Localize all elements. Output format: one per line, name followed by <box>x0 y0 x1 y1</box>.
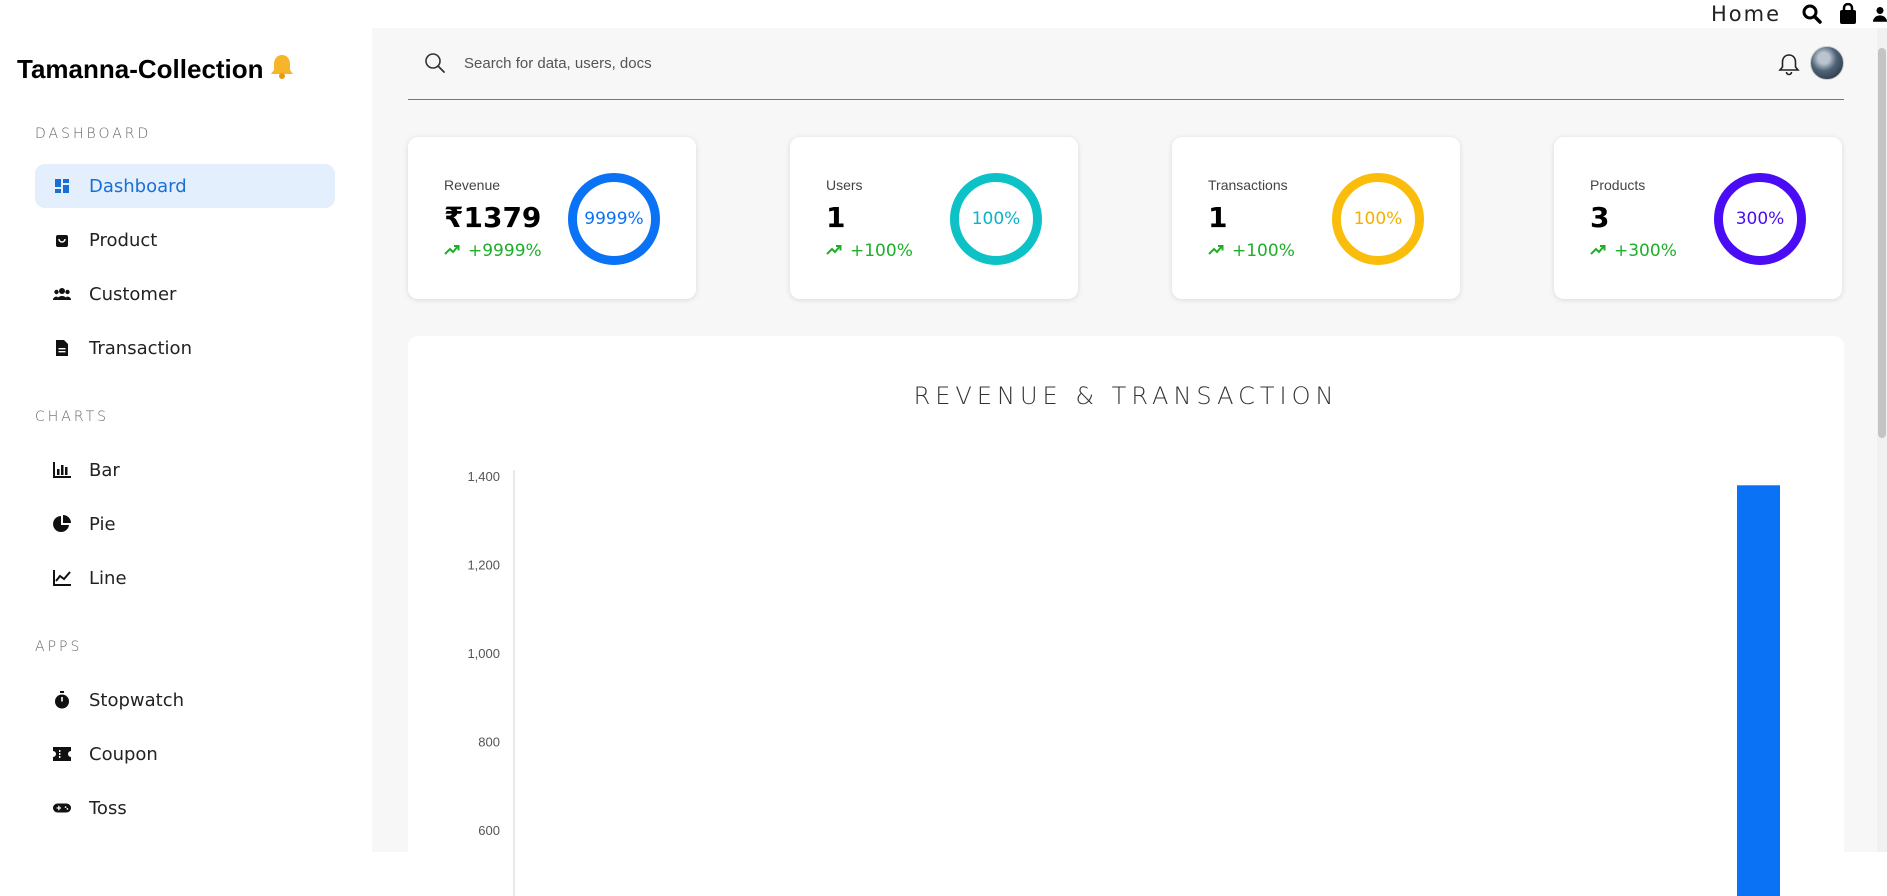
line-chart-icon <box>53 569 71 587</box>
sidebar-item-label: Product <box>89 229 158 251</box>
widget-progress-ring: 9999% <box>568 173 660 265</box>
widget-ring-text: 100% <box>1353 209 1403 229</box>
widget-label: Revenue <box>444 177 501 193</box>
brand-name: Tamanna-Collection <box>17 54 264 84</box>
sidebar-item-label: Dashboard <box>89 175 187 197</box>
revenue-transaction-chart-card: REVENUE & TRANSACTION 1,400 1,200 1,000 800… <box>408 336 1844 896</box>
y-tick-label: 1,200 <box>467 558 500 573</box>
sidebar-item-label: Pie <box>89 513 116 535</box>
sidebar-item-transaction[interactable]: Transaction <box>35 326 335 370</box>
sidebar-item-toss[interactable]: Toss <box>35 786 335 830</box>
sidebar-item-label: Bar <box>89 459 120 481</box>
page-scrollbar[interactable] <box>1877 28 1887 852</box>
search-input[interactable] <box>464 50 1164 76</box>
section-title-apps: APPS <box>35 639 83 655</box>
search-icon[interactable] <box>1801 3 1823 25</box>
widget-change: +300% <box>1590 241 1677 261</box>
bar-chart-icon <box>53 461 71 479</box>
widget-label: Users <box>826 177 863 193</box>
widget-ring-text: 300% <box>1735 209 1785 229</box>
sidebar-item-stopwatch[interactable]: Stopwatch <box>35 678 335 722</box>
widget-change-text: +300% <box>1614 241 1677 261</box>
widget-ring-text: 100% <box>971 209 1021 229</box>
widget-change: +100% <box>826 241 913 261</box>
widget-change: +9999% <box>444 241 542 261</box>
sidebar-item-label: Line <box>89 567 127 589</box>
main-content: Revenue ₹1379 +9999% 9999% Users 1 +100%… <box>372 28 1887 896</box>
sidebar-item-dashboard[interactable]: Dashboard <box>35 164 335 208</box>
revenue-widget: Revenue ₹1379 +9999% 9999% <box>408 137 696 299</box>
widget-progress-ring: 300% <box>1714 173 1806 265</box>
widget-value: 1 <box>826 201 846 234</box>
widget-value: 3 <box>1590 201 1610 234</box>
avatar[interactable] <box>1810 46 1844 80</box>
trending-up-icon <box>1208 241 1224 261</box>
sidebar-item-product[interactable]: Product <box>35 218 335 262</box>
widget-label: Products <box>1590 177 1646 193</box>
widget-progress-ring: 100% <box>950 173 1042 265</box>
bar[interactable] <box>1737 485 1780 896</box>
widget-change-text: +9999% <box>468 241 542 261</box>
document-icon <box>53 339 71 357</box>
sidebar-item-label: Transaction <box>89 337 192 359</box>
trending-up-icon <box>1590 241 1606 261</box>
sidebar-item-pie[interactable]: Pie <box>35 502 335 546</box>
stopwatch-icon <box>53 691 71 709</box>
chart-title: REVENUE & TRANSACTION <box>913 382 1339 410</box>
notification-bell-icon[interactable] <box>1778 52 1800 81</box>
y-tick-label: 1,000 <box>467 646 500 661</box>
pie-chart-icon <box>53 515 71 533</box>
widget-change: +100% <box>1208 241 1295 261</box>
widget-label: Transactions <box>1208 177 1288 193</box>
widget-progress-ring: 100% <box>1332 173 1424 265</box>
coupon-icon <box>53 745 71 763</box>
shopping-bag-icon[interactable] <box>1837 3 1859 25</box>
section-title-charts: CHARTS <box>35 409 110 425</box>
widget-value: ₹1379 <box>444 201 542 234</box>
stat-widgets: Revenue ₹1379 +9999% 9999% Users 1 +100%… <box>408 137 1844 299</box>
search-icon <box>424 52 446 79</box>
widget-value: 1 <box>1208 201 1228 234</box>
revenue-transaction-chart: 1,400 1,200 1,000 800 600 <box>467 469 1780 896</box>
gamepad-icon <box>53 799 71 817</box>
search-bar <box>408 28 1844 100</box>
y-tick-label: 1,400 <box>467 469 500 484</box>
bell-emoji-icon <box>268 52 296 87</box>
top-navigation: Home <box>1711 0 1887 28</box>
sidebar-item-customer[interactable]: Customer <box>35 272 335 316</box>
dashboard-icon <box>53 177 71 195</box>
brand[interactable]: Tamanna-Collection <box>17 52 296 87</box>
transactions-widget: Transactions 1 +100% 100% <box>1172 137 1460 299</box>
sidebar-item-label: Toss <box>89 797 127 819</box>
section-title-dashboard: DASHBOARD <box>35 126 152 142</box>
sidebar-item-coupon[interactable]: Coupon <box>35 732 335 776</box>
sidebar-item-line[interactable]: Line <box>35 556 335 600</box>
widget-ring-text: 9999% <box>584 209 644 229</box>
home-link[interactable]: Home <box>1711 2 1781 26</box>
scrollbar-thumb[interactable] <box>1878 48 1886 438</box>
shopping-bag-icon <box>53 231 71 249</box>
sidebar-item-label: Coupon <box>89 743 158 765</box>
sidebar-item-label: Stopwatch <box>89 689 185 711</box>
trending-up-icon <box>826 241 842 261</box>
sidebar-item-label: Customer <box>89 283 177 305</box>
users-widget: Users 1 +100% 100% <box>790 137 1078 299</box>
widget-change-text: +100% <box>850 241 913 261</box>
trending-up-icon <box>444 241 460 261</box>
products-widget: Products 3 +300% 300% <box>1554 137 1842 299</box>
people-icon <box>53 285 71 303</box>
user-icon[interactable] <box>1873 3 1887 25</box>
widget-change-text: +100% <box>1232 241 1295 261</box>
y-tick-label: 800 <box>478 735 500 750</box>
sidebar: Tamanna-Collection DASHBOARD Dashboard P… <box>0 28 372 852</box>
y-tick-label: 600 <box>478 823 500 838</box>
sidebar-item-bar[interactable]: Bar <box>35 448 335 492</box>
